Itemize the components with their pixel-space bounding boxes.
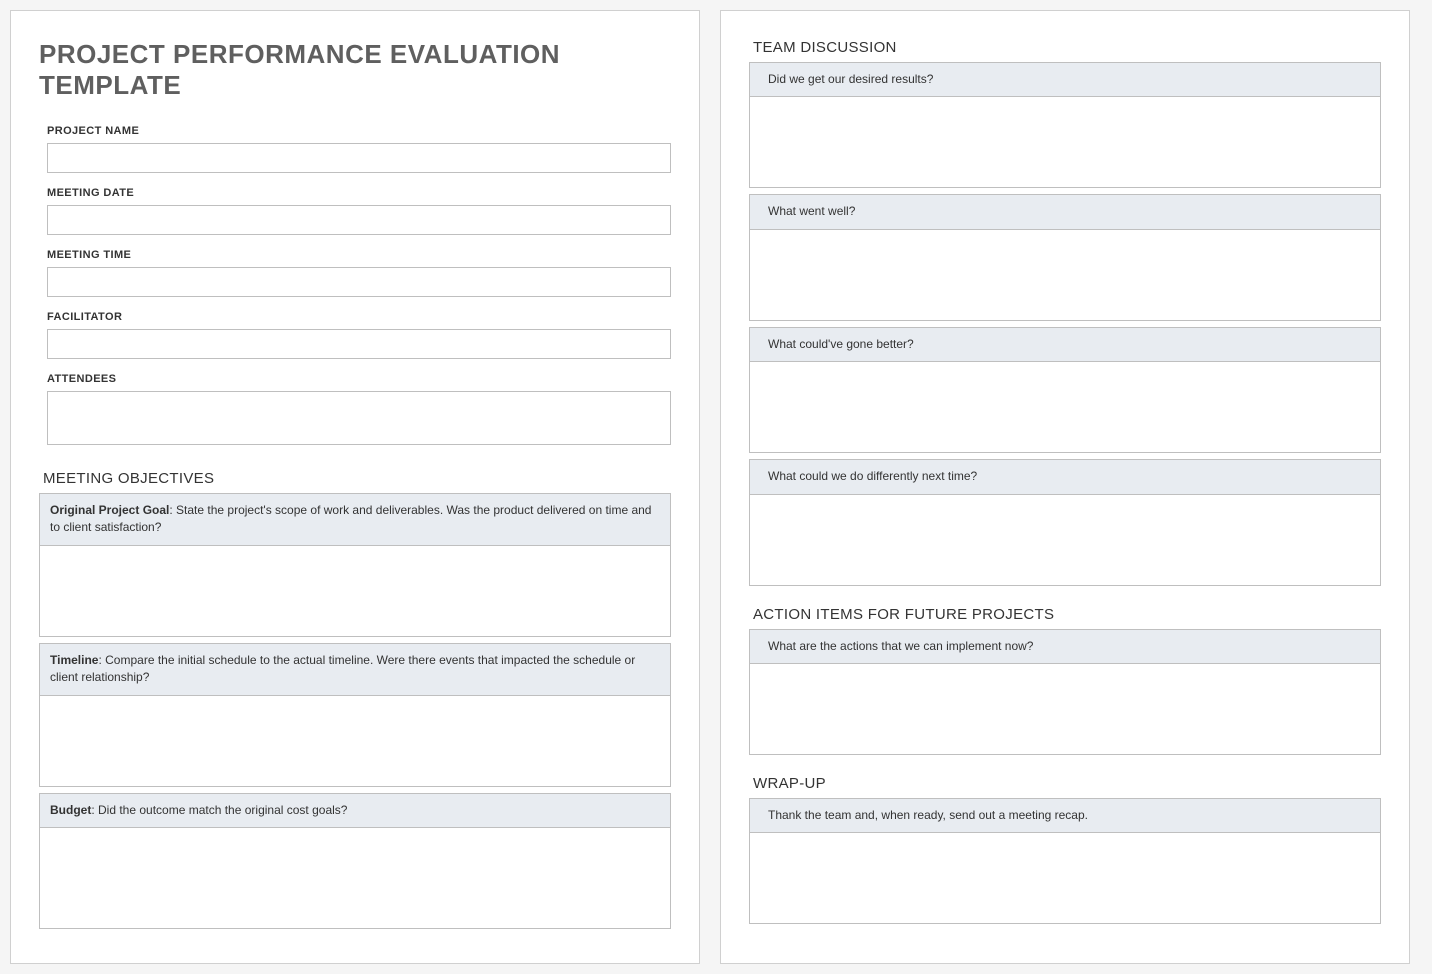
label-meeting-date: MEETING DATE (47, 187, 671, 199)
discussion-well-response[interactable] (750, 230, 1380, 320)
heading-meeting-objectives: MEETING OBJECTIVES (43, 470, 671, 487)
discussion-results-prompt: Did we get our desired results? (750, 63, 1380, 97)
action-implement: What are the actions that we can impleme… (749, 629, 1381, 755)
objective-goal-response[interactable] (40, 546, 670, 636)
objective-timeline: Timeline: Compare the initial schedule t… (39, 643, 671, 787)
page-1: PROJECT PERFORMANCE EVALUATION TEMPLATE … (10, 10, 700, 964)
label-meeting-time: MEETING TIME (47, 249, 671, 261)
objective-budget-response[interactable] (40, 828, 670, 928)
discussion-well-prompt: What went well? (750, 195, 1380, 229)
objective-goal-prompt: Original Project Goal: State the project… (40, 494, 670, 546)
action-implement-prompt: What are the actions that we can impleme… (750, 630, 1380, 664)
main-title: PROJECT PERFORMANCE EVALUATION TEMPLATE (39, 39, 671, 101)
page-2: TEAM DISCUSSION Did we get our desired r… (720, 10, 1410, 964)
objective-budget-text: : Did the outcome match the original cos… (91, 803, 347, 817)
input-meeting-date[interactable] (47, 205, 671, 235)
input-project-name[interactable] (47, 143, 671, 173)
heading-action-items: ACTION ITEMS FOR FUTURE PROJECTS (753, 606, 1381, 623)
field-meeting-time: MEETING TIME (47, 249, 671, 297)
heading-wrap-up: WRAP-UP (753, 775, 1381, 792)
input-meeting-time[interactable] (47, 267, 671, 297)
discussion-differently-response[interactable] (750, 495, 1380, 585)
discussion-differently-prompt: What could we do differently next time? (750, 460, 1380, 494)
objective-budget-prompt: Budget: Did the outcome match the origin… (40, 794, 670, 828)
objective-timeline-response[interactable] (40, 696, 670, 786)
field-meeting-date: MEETING DATE (47, 187, 671, 235)
discussion-better: What could've gone better? (749, 327, 1381, 453)
objective-timeline-bold: Timeline (50, 653, 98, 667)
wrapup-block: Thank the team and, when ready, send out… (749, 798, 1381, 924)
discussion-results-response[interactable] (750, 97, 1380, 187)
field-facilitator: FACILITATOR (47, 311, 671, 359)
wrapup-prompt: Thank the team and, when ready, send out… (750, 799, 1380, 833)
field-attendees: ATTENDEES (47, 373, 671, 450)
discussion-better-prompt: What could've gone better? (750, 328, 1380, 362)
label-project-name: PROJECT NAME (47, 125, 671, 137)
objective-timeline-prompt: Timeline: Compare the initial schedule t… (40, 644, 670, 696)
field-project-name: PROJECT NAME (47, 125, 671, 173)
discussion-results: Did we get our desired results? (749, 62, 1381, 188)
objective-goal-bold: Original Project Goal (50, 503, 169, 517)
discussion-well: What went well? (749, 194, 1381, 320)
action-implement-response[interactable] (750, 664, 1380, 754)
label-attendees: ATTENDEES (47, 373, 671, 385)
objective-goal: Original Project Goal: State the project… (39, 493, 671, 637)
objective-timeline-text: : Compare the initial schedule to the ac… (50, 653, 635, 684)
objective-budget: Budget: Did the outcome match the origin… (39, 793, 671, 929)
wrapup-response[interactable] (750, 833, 1380, 923)
heading-team-discussion: TEAM DISCUSSION (753, 39, 1381, 56)
input-attendees[interactable] (47, 391, 671, 445)
discussion-better-response[interactable] (750, 362, 1380, 452)
objective-budget-bold: Budget (50, 803, 91, 817)
label-facilitator: FACILITATOR (47, 311, 671, 323)
discussion-differently: What could we do differently next time? (749, 459, 1381, 585)
input-facilitator[interactable] (47, 329, 671, 359)
